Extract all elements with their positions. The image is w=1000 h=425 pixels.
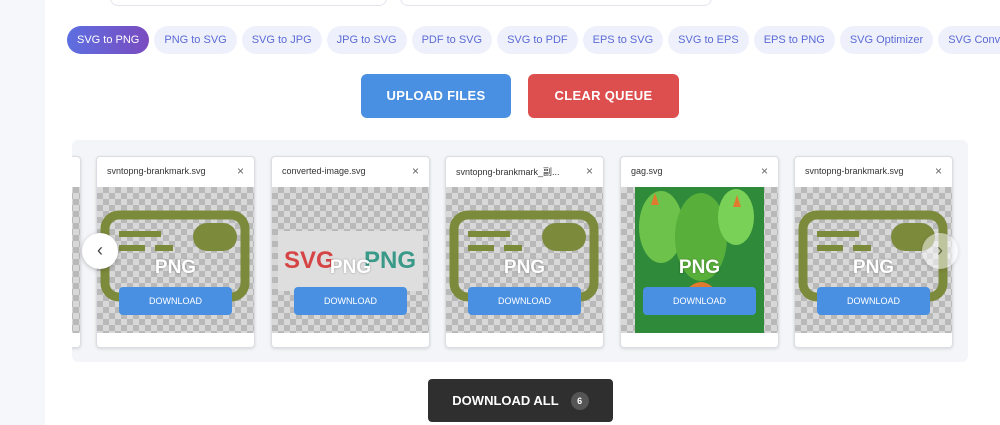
file-preview: PNG DOWNLOAD [446,187,603,333]
file-card: converted-image.svg × SVG PNG PNG DOWNLO… [271,156,430,348]
file-carousel: svntopng-brankmark.svg × PNG DOWNLOAD co… [72,140,968,362]
tab-pdf-to-svg[interactable]: PDF to SVG [411,26,493,54]
top-input-left[interactable] [110,0,387,6]
file-name: svntopng-brankmark.svg [805,166,904,176]
png-format-label: PNG [503,257,546,278]
download-button[interactable]: DOWNLOAD [294,287,407,315]
close-icon[interactable]: × [586,164,593,178]
tab-svg-to-eps[interactable]: SVG to EPS [668,26,749,54]
file-name: svntopng-brankmark.svg [107,166,206,176]
file-name: svntopng-brankmark_副... [456,166,560,177]
download-all-label: DOWNLOAD ALL [452,393,559,408]
file-preview [72,187,80,333]
chevron-right-icon: › [937,240,943,260]
png-format-label: PNG [678,257,721,278]
file-card-partial [72,156,81,348]
download-button[interactable]: DOWNLOAD [817,287,930,315]
png-format-label: PNG [154,257,197,278]
close-icon[interactable]: × [412,164,419,178]
carousel-next-button[interactable]: › [922,233,958,269]
converter-tabs: SVG to PNG PNG to SVG SVG to JPG JPG to … [67,26,1000,54]
tab-svg-to-jpg[interactable]: SVG to JPG [241,26,322,54]
download-button[interactable]: DOWNLOAD [119,287,232,315]
chevron-left-icon: ‹ [97,240,103,260]
png-format-label: PNG [329,257,372,278]
tab-svg-to-png[interactable]: SVG to PNG [67,26,150,54]
file-card: gag.svg × PNG DOWNLOAD [620,156,779,348]
tab-eps-to-svg[interactable]: EPS to SVG [582,26,664,54]
upload-files-button[interactable]: UPLOAD FILES [361,74,511,118]
file-preview: PNG DOWNLOAD [621,187,778,333]
file-card: svntopng-brankmark_副... × PNG DOWNLOAD [445,156,604,348]
file-preview: PNG DOWNLOAD [97,187,254,333]
tab-svg-optimizer[interactable]: SVG Optimizer [839,26,934,54]
top-input-right[interactable] [400,0,712,6]
tab-svg-converter[interactable]: SVG Converter [938,26,1000,54]
close-icon[interactable]: × [237,164,244,178]
close-icon[interactable]: × [935,164,942,178]
tab-png-to-svg[interactable]: PNG to SVG [154,26,237,54]
file-count-badge: 6 [570,391,589,410]
carousel-prev-button[interactable]: ‹ [82,233,118,269]
download-all-button[interactable]: DOWNLOAD ALL 6 [428,379,613,422]
close-icon[interactable]: × [761,164,768,178]
clear-queue-button[interactable]: CLEAR QUEUE [528,74,679,118]
download-button[interactable]: DOWNLOAD [643,287,756,315]
file-name: converted-image.svg [282,166,366,176]
download-button[interactable]: DOWNLOAD [468,287,581,315]
tab-svg-to-pdf[interactable]: SVG to PDF [497,26,578,54]
tab-jpg-to-svg[interactable]: JPG to SVG [326,26,407,54]
file-card: svntopng-brankmark.svg × PNG DOWNLOAD [96,156,255,348]
file-preview: SVG PNG PNG DOWNLOAD [272,187,429,333]
file-name: gag.svg [631,166,663,176]
tab-eps-to-png[interactable]: EPS to PNG [753,26,835,54]
